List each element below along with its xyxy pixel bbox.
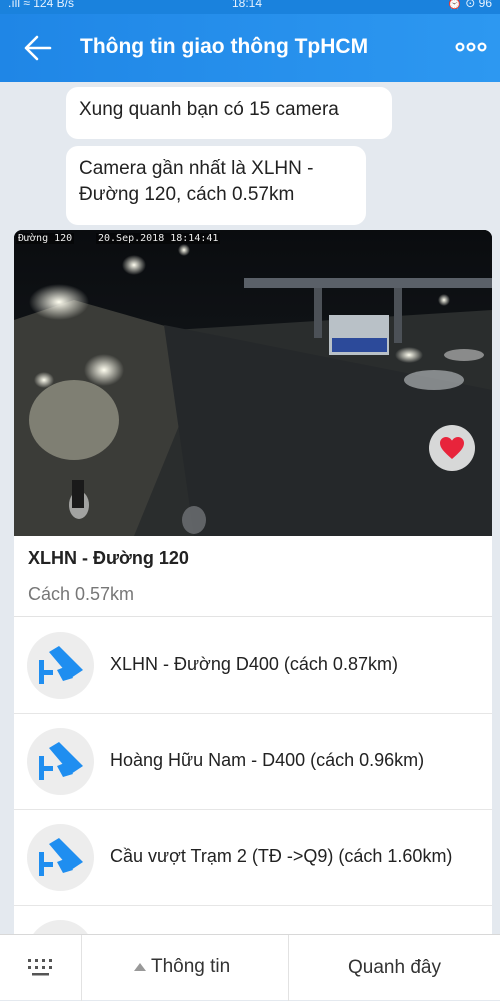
caret-up-icon <box>134 963 146 971</box>
bottom-bar: Thông tin Quanh đây <box>0 934 500 1001</box>
camera-timestamp-overlay: 20.Sep.2018 18:14:41 <box>96 233 221 244</box>
favorite-button[interactable] <box>429 425 475 471</box>
camera-snapshot[interactable]: Đường 120 20.Sep.2018 18:14:41 <box>14 230 492 536</box>
keyboard-button[interactable] <box>0 935 82 1001</box>
nearby-camera-item[interactable]: Hoàng Hữu Nam - D400 (cách 0.96km) <box>14 714 492 810</box>
info-menu-label: Thông tin <box>151 956 231 977</box>
camera-distance: Cách 0.57km <box>28 584 135 604</box>
arrow-left-icon <box>24 35 52 61</box>
nearby-camera-label: Cầu vượt Trạm 2 (TĐ ->Q9) (cách 1.60km) <box>110 846 453 866</box>
page-title: Thông tin giao thông TpHCM <box>80 35 369 58</box>
camera-icon-badge <box>27 632 94 699</box>
message-bubble: Xung quanh bạn có 15 camera <box>66 87 392 139</box>
nearby-button[interactable]: Quanh đây <box>289 935 500 1001</box>
camera-icon-badge <box>27 728 94 795</box>
divider <box>14 616 492 617</box>
system-icons: ⏰ ⊙ 96 <box>446 0 492 10</box>
cctv-camera-icon <box>39 838 83 876</box>
camera-label-overlay: Đường 120 <box>16 233 75 244</box>
cctv-camera-icon <box>39 742 83 780</box>
traffic-scene-image <box>14 230 492 536</box>
chat-area[interactable]: Xung quanh bạn có 15 camera Camera gần n… <box>0 82 500 934</box>
camera-name: XLHN - Đường 120 <box>28 548 189 568</box>
keyboard-icon <box>28 959 52 976</box>
cctv-camera-icon <box>39 646 83 684</box>
message-bubble: Camera gần nhất là XLHN - Đường 120, các… <box>66 146 366 225</box>
nearby-camera-item[interactable]: XLHN - Đường D400 (cách 0.87km) <box>14 618 492 714</box>
camera-icon-badge <box>27 824 94 891</box>
status-bar: .ıll ≈ 124 B/s 18:14 ⏰ ⊙ 96 <box>0 0 500 14</box>
info-menu-button[interactable]: Thông tin <box>82 935 289 1001</box>
clock: 18:14 <box>232 0 263 10</box>
camera-icon-badge <box>27 920 94 934</box>
heart-icon <box>440 437 464 459</box>
network-status: .ıll ≈ 124 B/s <box>8 0 74 10</box>
back-button[interactable] <box>22 32 56 64</box>
nearby-camera-label: Hoàng Hữu Nam - D400 (cách 0.96km) <box>110 750 425 770</box>
more-dots-icon <box>455 42 487 52</box>
nearby-camera-item[interactable]: Cầu vượt Trạm 2 (TĐ ->Q9) (cách 1.60km) <box>14 810 492 906</box>
more-menu-button[interactable] <box>454 32 488 62</box>
camera-card: Đường 120 20.Sep.2018 18:14:41 XLHN - Đư… <box>14 230 492 934</box>
app-header: Thông tin giao thông TpHCM <box>0 14 500 82</box>
nearby-camera-label: XLHN - Đường D400 (cách 0.87km) <box>110 654 398 674</box>
nearby-camera-item-partial[interactable] <box>14 906 492 934</box>
